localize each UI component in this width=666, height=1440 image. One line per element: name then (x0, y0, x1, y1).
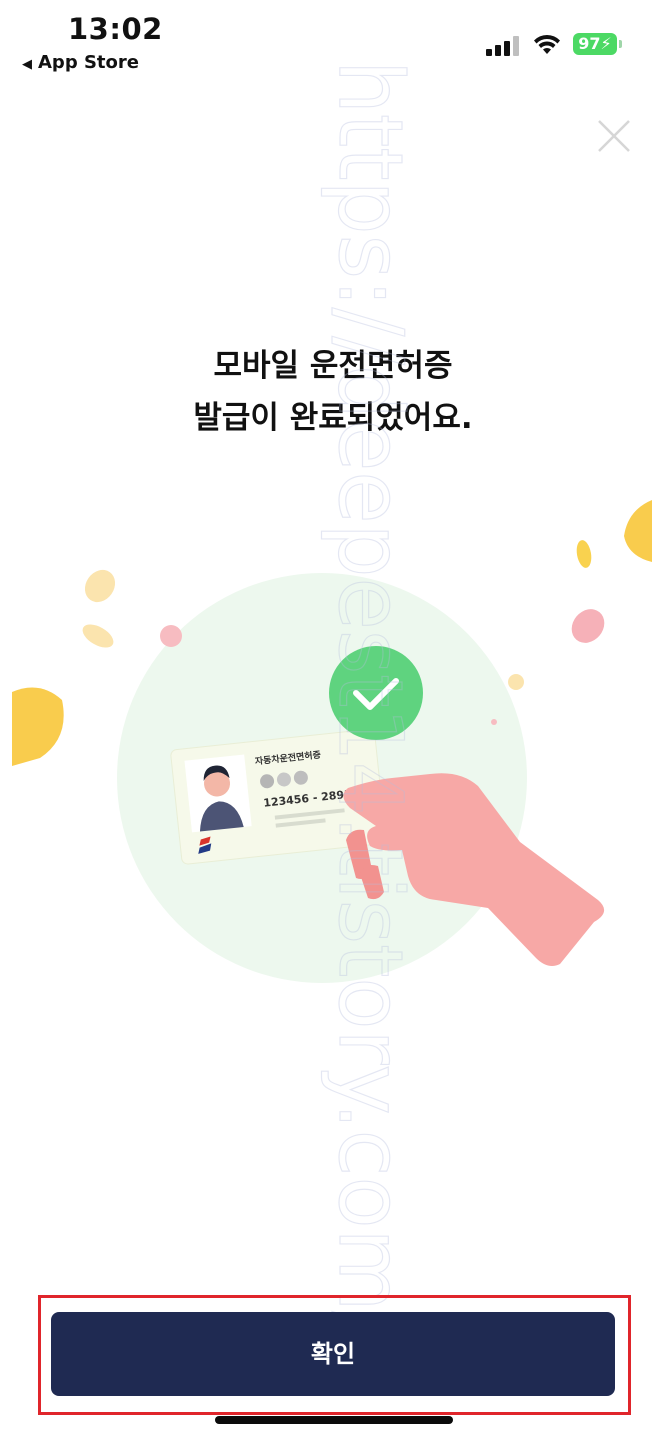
status-time: 13:02 (68, 12, 163, 46)
license-issued-illustration: 자동차운전면허증 123456 - 2891012 (12, 500, 652, 983)
confetti-yellow (508, 674, 524, 690)
battery-icon: 97⚡ (573, 33, 617, 55)
confetti-yellow-leaf (624, 500, 652, 562)
status-bar: 13:02 ◀ App Store 97⚡ (0, 0, 666, 84)
confetti-yellow (576, 540, 592, 568)
title-line-1: 모바일 운전면허증 (213, 348, 453, 384)
home-indicator (215, 1416, 453, 1424)
confetti-pink (160, 625, 182, 647)
title-line-2: 발급이 완료되었어요. (193, 400, 473, 436)
confetti-yellow (84, 569, 116, 603)
cellular-signal-icon (486, 36, 520, 56)
confetti-yellow (82, 624, 114, 648)
confirm-button[interactable]: 확인 (51, 1312, 615, 1396)
close-icon[interactable] (594, 116, 634, 156)
confetti-pink (491, 719, 497, 725)
confetti-pink (571, 609, 605, 643)
battery-tip (619, 40, 622, 48)
check-badge (329, 646, 423, 740)
back-triangle-icon: ◀ (22, 57, 32, 72)
back-to-app-store[interactable]: ◀ App Store (22, 52, 139, 73)
wifi-icon (534, 34, 560, 54)
back-app-label: App Store (38, 52, 139, 73)
confetti-yellow-leaf (12, 687, 64, 766)
page-title: 모바일 운전면허증 발급이 완료되었어요. (0, 340, 666, 444)
battery-level: 97 (578, 34, 601, 53)
